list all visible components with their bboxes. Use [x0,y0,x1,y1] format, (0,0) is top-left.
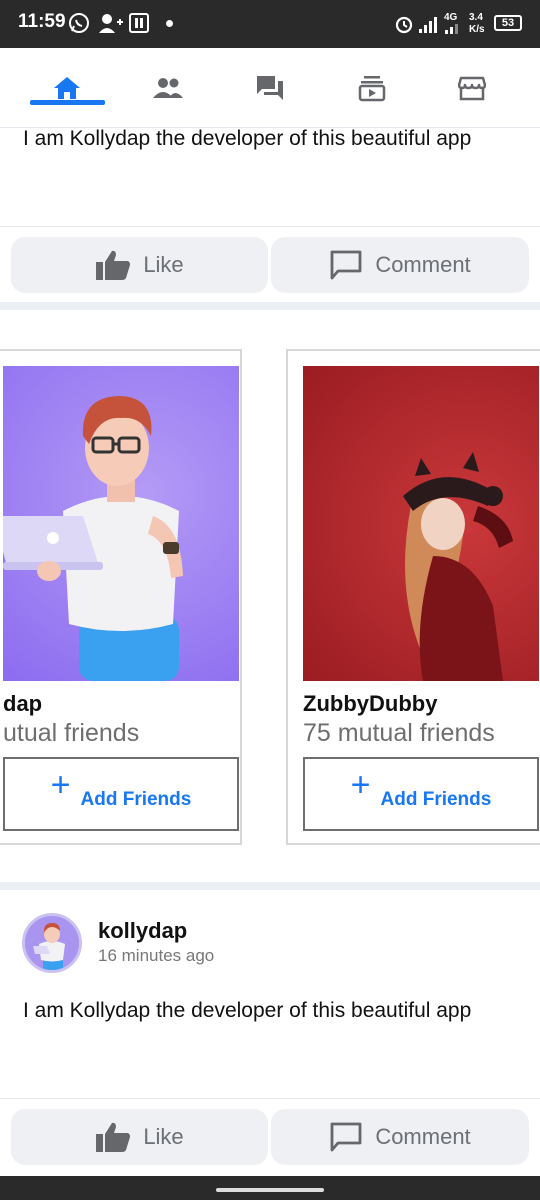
speed-unit: K/s [469,24,485,35]
alarm-icon [395,16,413,34]
comment-button[interactable]: Comment [271,237,529,293]
section-separator [0,302,540,310]
avatar-illustration [25,916,79,970]
section-separator [0,882,540,890]
top-nav [0,48,540,128]
friend-photo[interactable] [303,366,539,681]
status-bar: 11:59 4G 3.4 K/s 53 [0,0,540,48]
post-timestamp: 16 minutes ago [98,946,215,965]
thumbs-up-icon [96,1122,131,1152]
add-friend-button[interactable]: + Add Friends [3,757,239,831]
tab-watch[interactable] [330,48,414,128]
store-icon [458,76,486,101]
home-icon [54,77,80,99]
friend-card: dap utual friends + Add Friends [0,349,242,845]
friend-card: ZubbyDubby 75 mutual friends + Add Frien… [286,349,540,845]
friend-photo[interactable] [3,366,239,681]
whatsapp-icon [69,13,89,33]
add-friend-label: Add Friends [80,789,192,810]
active-tab-indicator [30,100,105,105]
comment-label: Comment [375,1124,471,1149]
add-contact-icon [99,14,123,33]
tab-friends[interactable] [126,48,210,128]
battery-level: 53 [501,17,515,29]
plus-icon: + [350,766,371,804]
gesture-bar [0,1176,540,1200]
friend-name[interactable]: dap [3,691,42,717]
divider [0,226,540,227]
plus-icon: + [50,766,71,804]
people-icon [153,78,183,98]
mutual-friends: utual friends [3,719,140,747]
battery-icon: 53 [494,15,522,31]
add-friend-button[interactable]: + Add Friends [303,757,539,831]
comment-icon [330,1122,362,1152]
avatar[interactable] [22,913,82,973]
video-icon [358,76,386,102]
thumbs-up-icon [96,250,131,280]
friend-name[interactable]: ZubbyDubby [303,691,437,717]
mutual-friends: 75 mutual friends [303,719,495,747]
nfc-icon [129,13,149,33]
speed-value: 3.4 [469,12,483,23]
tab-home[interactable] [25,48,109,128]
status-time: 11:59 [18,11,66,32]
add-friend-label: Add Friends [380,789,492,810]
post-text: I am Kollydap the developer of this beau… [23,127,472,150]
comment-icon [330,250,362,280]
like-label: Like [143,1124,184,1149]
comment-label: Comment [375,252,471,277]
figure-photo [403,452,513,681]
home-gesture-handle[interactable] [216,1188,324,1192]
like-button[interactable]: Like [11,1109,268,1165]
tab-marketplace[interactable] [430,48,514,128]
signal-2-icon [445,24,458,34]
notification-dot [166,20,173,27]
like-button[interactable]: Like [11,237,268,293]
divider [0,1098,540,1099]
post-text: I am Kollydap the developer of this beau… [23,999,472,1022]
like-label: Like [143,252,184,277]
comment-button[interactable]: Comment [271,1109,529,1165]
avatar-illustration [3,396,183,681]
tab-messages[interactable] [228,48,312,128]
post-author[interactable]: kollydap [98,918,187,944]
signal-icon [419,17,437,33]
chat-icon [257,76,283,100]
